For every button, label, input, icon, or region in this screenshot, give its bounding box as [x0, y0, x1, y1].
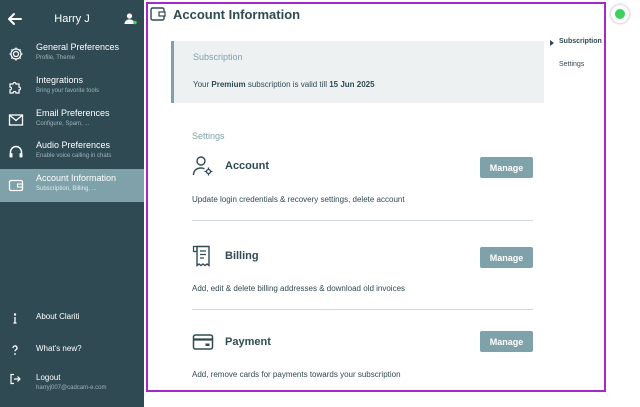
wallet-icon	[150, 7, 166, 21]
toc-item-subscription[interactable]: Subscription	[559, 38, 602, 45]
credit-card-icon	[192, 334, 214, 350]
settings-heading: Settings	[192, 131, 225, 141]
subscription-plan: Premium	[211, 80, 246, 89]
subscription-text-prefix: Your	[193, 80, 212, 89]
whats-new-link[interactable]: What's new?	[0, 339, 144, 361]
subscription-card: Subscription Your Premium subscription i…	[171, 41, 544, 103]
sidebar-item-audio-preferences[interactable]: Audio Preferences Enable voice calling i…	[0, 136, 144, 168]
sidebar-item-sublabel: Bring your favorite tools	[36, 88, 100, 94]
billing-section-description: Add, edit & delete billing addresses & d…	[192, 284, 406, 293]
sidebar-item-account-information[interactable]: Account Information Subscription, Billin…	[0, 169, 144, 202]
gear-icon	[9, 47, 23, 61]
wallet-icon	[8, 179, 24, 192]
sidebar-item-general-preferences[interactable]: General Preferences Profile, Theme	[0, 38, 144, 70]
page-title: Account Information	[173, 7, 301, 22]
sidebar-header: Harry J	[0, 0, 144, 38]
app-window: Harry J General Preferences Profile, The…	[0, 0, 640, 407]
sidebar-item-email-preferences[interactable]: Email Preferences Configure, Spam, ...	[0, 104, 144, 136]
sidebar-item-label: Audio Preferences	[36, 140, 111, 150]
user-email: harryj007@cadcam-e.com	[36, 385, 107, 391]
toc-item-settings[interactable]: Settings	[559, 61, 584, 68]
about-clariti-link[interactable]: About Clariti	[0, 307, 144, 329]
whats-new-label: What's new?	[36, 344, 82, 353]
mail-icon	[8, 114, 24, 126]
sidebar-item-sublabel: Subscription, Billing, ...	[36, 186, 97, 192]
account-section-description: Update login credentials & recovery sett…	[192, 195, 405, 204]
info-icon	[13, 313, 17, 324]
profile-icon[interactable]	[124, 12, 137, 25]
sidebar: Harry J General Preferences Profile, The…	[0, 0, 144, 407]
logout-icon	[10, 373, 21, 385]
sidebar-item-label: Integrations	[36, 75, 84, 85]
logout-link[interactable]: Logout harryj007@cadcam-e.com	[0, 368, 144, 391]
sidebar-item-sublabel: Configure, Spam, ...	[36, 121, 90, 127]
chat-status-icon[interactable]	[611, 5, 629, 23]
logout-label: Logout	[36, 373, 61, 382]
payment-manage-button[interactable]: Manage	[480, 331, 533, 352]
subscription-status: Your Premium subscription is valid till …	[193, 80, 375, 89]
subscription-text-middle: subscription is valid till	[245, 80, 330, 89]
billing-section-title: Billing	[225, 250, 259, 262]
headset-icon	[9, 145, 23, 158]
payment-section-description: Add, remove cards for payments towards y…	[192, 370, 401, 379]
online-status-dot	[615, 9, 625, 19]
user-name: Harry J	[54, 13, 90, 25]
user-gear-icon	[192, 156, 213, 176]
sidebar-item-label: Email Preferences	[36, 108, 110, 118]
section-divider	[192, 309, 533, 310]
sidebar-item-sublabel: Profile, Theme	[36, 55, 75, 61]
subscription-heading: Subscription	[193, 52, 243, 62]
account-manage-button[interactable]: Manage	[480, 157, 533, 178]
subscription-expiry-date: 15 Jun 2025	[329, 80, 375, 89]
section-divider	[192, 220, 533, 221]
billing-manage-button[interactable]: Manage	[480, 247, 533, 268]
active-indicator-icon	[550, 40, 554, 46]
account-section-title: Account	[225, 160, 269, 172]
about-label: About Clariti	[36, 312, 80, 321]
sidebar-item-label: Account Information	[36, 173, 117, 183]
receipt-icon	[192, 245, 210, 267]
sidebar-item-integrations[interactable]: Integrations Bring your favorite tools	[0, 71, 144, 103]
question-icon	[12, 345, 18, 355]
sidebar-item-sublabel: Enable voice calling in chats	[36, 153, 112, 159]
puzzle-icon	[9, 81, 22, 94]
sidebar-item-label: General Preferences	[36, 42, 120, 52]
payment-section-title: Payment	[225, 336, 271, 348]
